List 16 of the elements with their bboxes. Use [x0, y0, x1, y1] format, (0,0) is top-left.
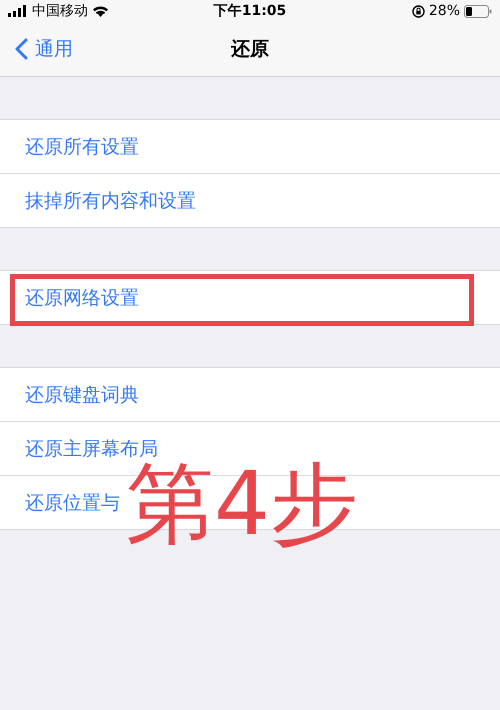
signal-icon: [8, 5, 28, 17]
row-label[interactable]: 还原主屏幕布局: [25, 436, 158, 462]
rotation-lock-icon: [412, 4, 425, 18]
carrier-name: 中国移动: [32, 2, 88, 20]
battery-icon: [464, 4, 492, 18]
row-label[interactable]: 还原位置与: [25, 490, 120, 516]
page-title: 还原: [231, 37, 269, 62]
wifi-icon: [92, 5, 109, 17]
row-label[interactable]: 还原键盘词典: [25, 382, 139, 408]
row-label[interactable]: 抹掉所有内容和设置: [25, 188, 196, 214]
row-label[interactable]: 还原网络设置: [25, 284, 139, 310]
battery-percent: 28%: [428, 3, 460, 19]
status-time: 下午11:05: [214, 2, 286, 20]
row-label[interactable]: 还原所有设置: [25, 134, 139, 160]
back-button[interactable]: 通用: [0, 36, 73, 62]
chevron-left-icon: [15, 38, 28, 60]
